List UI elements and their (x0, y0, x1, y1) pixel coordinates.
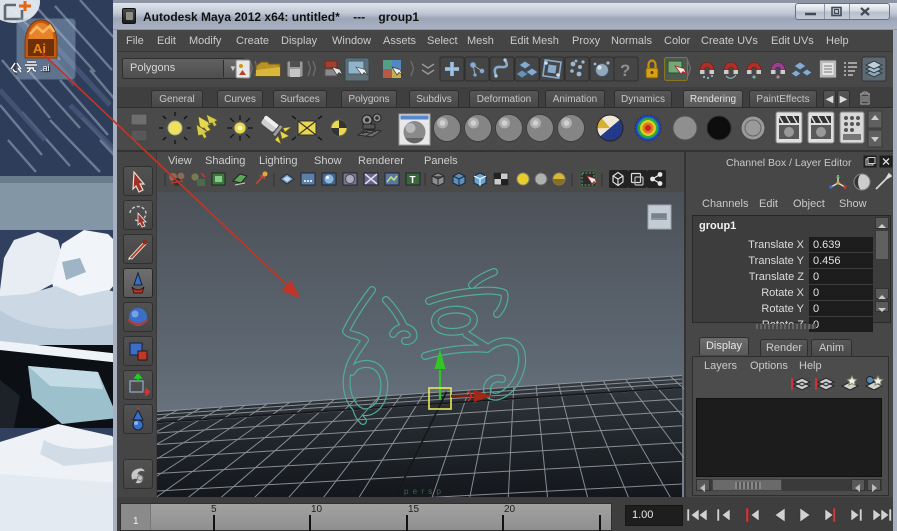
svg-text:Ai: Ai (33, 41, 46, 56)
svg-text:T: T (410, 175, 416, 186)
svg-text:?: ? (620, 61, 630, 80)
svg-text:.ai: .ai (40, 63, 50, 73)
svg-text:p e r s p: p e r s p (404, 487, 442, 496)
